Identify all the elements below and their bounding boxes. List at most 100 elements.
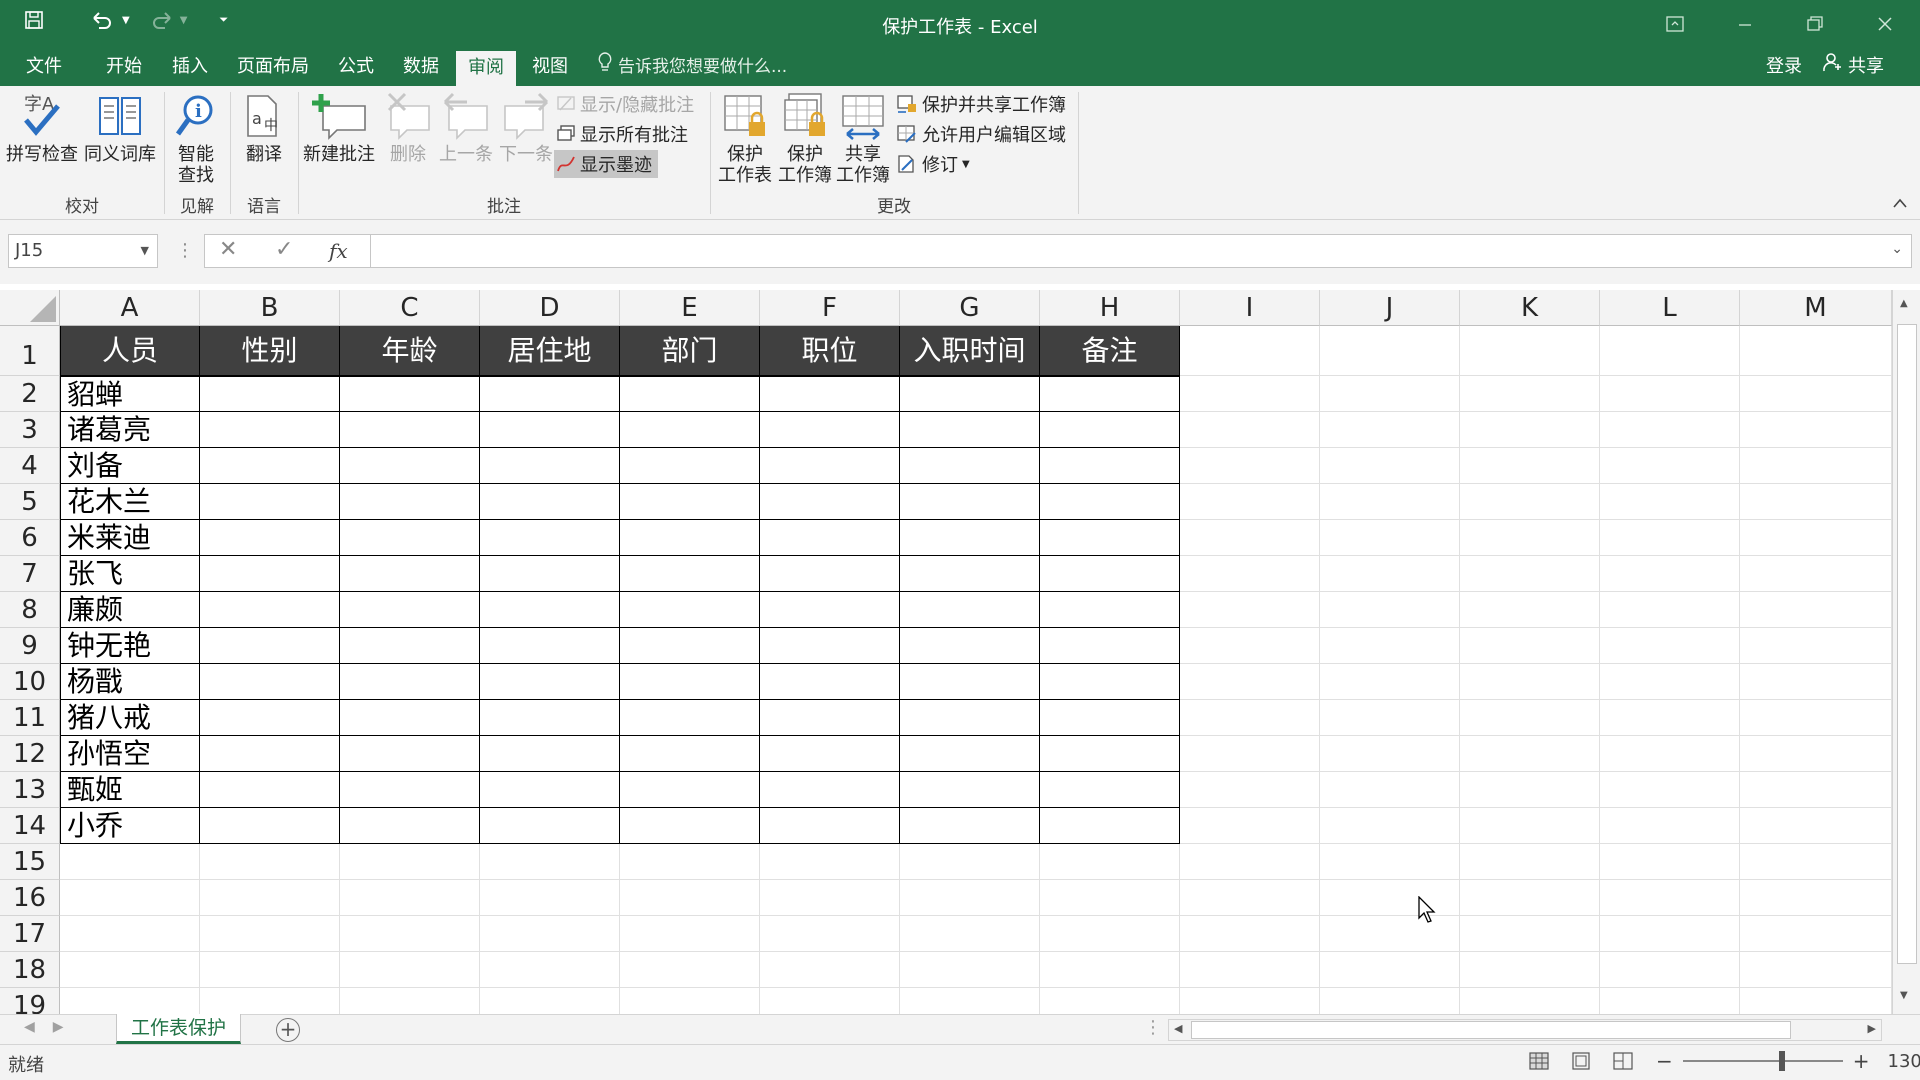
cell[interactable] <box>1740 592 1892 628</box>
cell[interactable] <box>760 556 900 592</box>
spell-check-button[interactable]: 字A 拼写检查 <box>4 92 80 165</box>
column-header[interactable]: C <box>340 290 480 326</box>
cell[interactable] <box>60 916 200 952</box>
name-cell[interactable]: 甄姬 <box>60 772 200 808</box>
cell[interactable] <box>1600 592 1740 628</box>
cell[interactable] <box>1320 592 1460 628</box>
name-cell[interactable]: 米莱迪 <box>60 520 200 556</box>
cell[interactable] <box>1460 664 1600 700</box>
table-header-cell[interactable]: 年龄 <box>340 326 480 376</box>
cell[interactable] <box>340 484 480 520</box>
protect-sheet-button[interactable]: 保护 工作表 <box>716 92 774 186</box>
column-header[interactable]: H <box>1040 290 1180 326</box>
cell[interactable] <box>1740 628 1892 664</box>
zoom-slider-knob[interactable] <box>1778 1051 1785 1071</box>
worksheet-grid[interactable]: ABCDEFGHIJKLM 1 2 3 4 5 6 7 8 9 10 11 12 13 14 15 16 17 1… <box>0 284 1920 1014</box>
login-link[interactable]: 登录 <box>1766 48 1802 86</box>
cell[interactable] <box>1460 772 1600 808</box>
cell[interactable] <box>1320 952 1460 988</box>
cell[interactable] <box>1460 326 1600 376</box>
cell[interactable] <box>1740 916 1892 952</box>
cell[interactable] <box>900 772 1040 808</box>
cell[interactable] <box>900 952 1040 988</box>
cancel-icon[interactable]: ✕ <box>219 237 237 262</box>
cell[interactable] <box>1040 556 1180 592</box>
cell[interactable] <box>1180 484 1320 520</box>
cell[interactable] <box>1320 700 1460 736</box>
cell[interactable] <box>1460 448 1600 484</box>
cell[interactable] <box>60 880 200 916</box>
cell[interactable] <box>1740 700 1892 736</box>
share-workbook-button[interactable]: 共享 工作簿 <box>834 92 892 186</box>
row-header[interactable]: 1 <box>0 326 60 376</box>
formula-input[interactable]: ⌄ <box>370 234 1912 268</box>
zoom-slider[interactable] <box>1682 1051 1843 1071</box>
cell[interactable] <box>1180 700 1320 736</box>
cell[interactable] <box>1320 772 1460 808</box>
table-header-cell[interactable]: 职位 <box>760 326 900 376</box>
zoom-level[interactable]: 130% <box>1888 1051 1920 1072</box>
table-header-cell[interactable]: 居住地 <box>480 326 620 376</box>
cell[interactable] <box>760 700 900 736</box>
name-cell[interactable]: 小乔 <box>60 808 200 844</box>
cell[interactable] <box>1040 772 1180 808</box>
tab-page-layout[interactable]: 页面布局 <box>225 48 321 86</box>
cell[interactable] <box>1180 592 1320 628</box>
cell[interactable] <box>480 592 620 628</box>
column-header[interactable]: J <box>1320 290 1460 326</box>
sheet-tab-active[interactable]: 工作表保护 <box>116 1014 242 1044</box>
cell[interactable] <box>760 952 900 988</box>
cell[interactable] <box>1180 772 1320 808</box>
cell[interactable] <box>1600 736 1740 772</box>
cell[interactable] <box>760 880 900 916</box>
cell[interactable] <box>480 916 620 952</box>
row-header[interactable]: 17 <box>0 916 60 952</box>
cell[interactable] <box>1600 664 1740 700</box>
cell[interactable] <box>1600 700 1740 736</box>
resize-handle-icon[interactable]: ⋮ <box>176 234 194 268</box>
cell[interactable] <box>1740 448 1892 484</box>
show-all-comments-button[interactable]: 显示所有批注 <box>556 120 688 148</box>
restore-icon[interactable] <box>1780 0 1850 48</box>
cell[interactable] <box>1040 484 1180 520</box>
cell[interactable] <box>1460 700 1600 736</box>
cell[interactable] <box>480 700 620 736</box>
name-cell[interactable]: 花木兰 <box>60 484 200 520</box>
cell[interactable] <box>1040 952 1180 988</box>
cell[interactable] <box>900 484 1040 520</box>
cell[interactable] <box>340 988 480 1014</box>
tab-home[interactable]: 开始 <box>94 48 154 86</box>
column-header[interactable]: I <box>1180 290 1320 326</box>
column-header[interactable]: A <box>60 290 200 326</box>
cell[interactable] <box>340 844 480 880</box>
cell[interactable] <box>1040 628 1180 664</box>
name-cell[interactable]: 杨戬 <box>60 664 200 700</box>
cell[interactable] <box>900 376 1040 412</box>
cell[interactable] <box>1040 736 1180 772</box>
cell[interactable] <box>1040 376 1180 412</box>
cell[interactable] <box>1600 880 1740 916</box>
cell[interactable] <box>620 844 760 880</box>
cell[interactable] <box>1320 628 1460 664</box>
cell[interactable] <box>900 916 1040 952</box>
row-header[interactable]: 19 <box>0 988 60 1014</box>
cell[interactable] <box>340 412 480 448</box>
cell[interactable] <box>1180 880 1320 916</box>
row-header[interactable]: 7 <box>0 556 60 592</box>
cell[interactable] <box>760 628 900 664</box>
cell[interactable] <box>200 412 340 448</box>
cell[interactable] <box>1740 772 1892 808</box>
cell[interactable] <box>200 808 340 844</box>
cell[interactable] <box>1600 844 1740 880</box>
cell[interactable] <box>60 844 200 880</box>
scroll-left-icon[interactable]: ◀ <box>1174 1022 1182 1035</box>
cell[interactable] <box>1180 326 1320 376</box>
cell[interactable] <box>1460 952 1600 988</box>
cell[interactable] <box>1740 844 1892 880</box>
row-header[interactable]: 3 <box>0 412 60 448</box>
cell[interactable] <box>200 664 340 700</box>
thesaurus-button[interactable]: 同义词库 <box>82 92 158 165</box>
column-header[interactable]: B <box>200 290 340 326</box>
cell[interactable] <box>1180 916 1320 952</box>
cell[interactable] <box>340 880 480 916</box>
